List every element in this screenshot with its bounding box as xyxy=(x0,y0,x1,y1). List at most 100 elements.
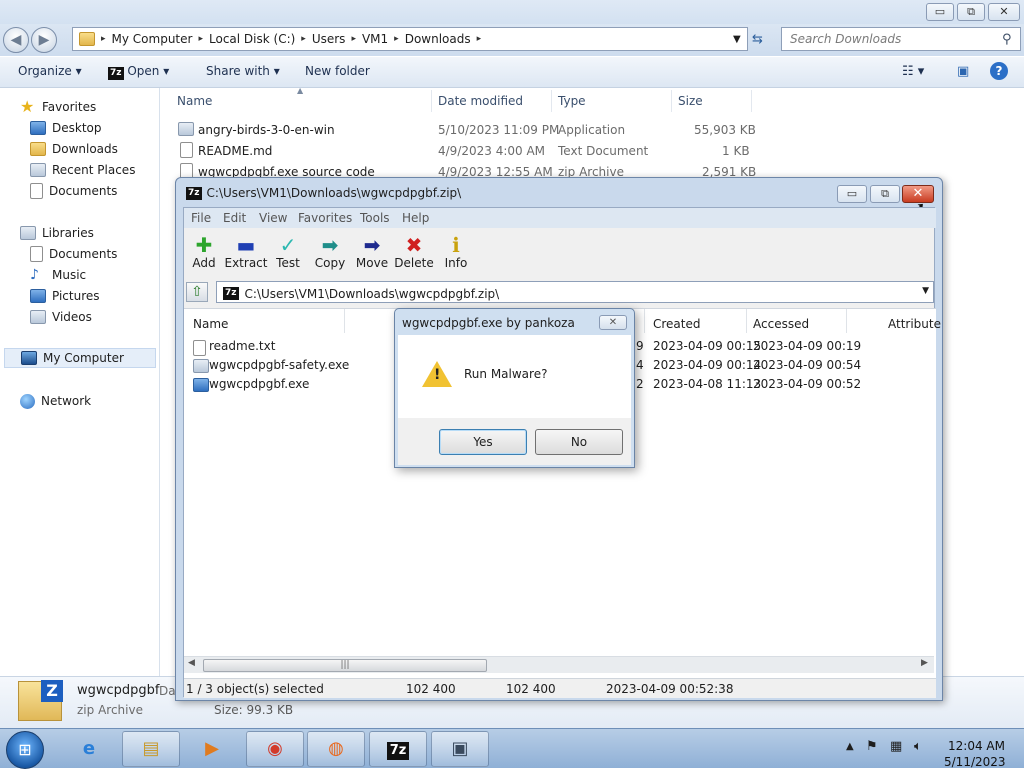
menu-bar: File Edit View Favorites Tools Help xyxy=(184,208,936,228)
address-bar[interactable]: ▸ My Computer ▸ Local Disk (C:) ▸ Users … xyxy=(72,27,748,51)
column-name[interactable]: Name xyxy=(177,94,212,108)
close-button[interactable]: ✕ xyxy=(988,3,1020,21)
minimize-button[interactable]: ▭ xyxy=(926,3,954,21)
status-modified: 2023-04-09 00:52:38 xyxy=(606,682,734,696)
back-button[interactable]: ◀ xyxy=(3,27,29,53)
zip-archive-large-icon: Z xyxy=(18,680,63,721)
breadcrumb-vm1[interactable]: VM1 xyxy=(362,32,388,46)
nav-favorites[interactable]: ★ Favorites xyxy=(20,97,96,117)
test-button[interactable]: ✓ Test xyxy=(266,234,310,270)
file-explorer-icon[interactable]: ▤ xyxy=(122,731,180,767)
breadcrumb-downloads[interactable]: Downloads xyxy=(405,32,471,46)
clock-time[interactable]: 12:04 AM xyxy=(948,739,1005,753)
downloads-folder-icon xyxy=(30,142,46,156)
volume-icon[interactable]: 🔈︎ xyxy=(914,739,922,754)
new-folder-button[interactable]: New folder xyxy=(305,64,370,78)
explorer-titlebar: ▭ ⧉ ✕ xyxy=(0,0,1024,24)
path-input[interactable]: 7z C:\Users\VM1\Downloads\wgwcpdpgbf.zip… xyxy=(216,281,934,303)
clock-date[interactable]: 5/11/2023 xyxy=(944,755,1006,769)
extract-button[interactable]: ▬ Extract xyxy=(224,234,268,270)
nav-downloads[interactable]: Downloads xyxy=(30,139,118,159)
column-type[interactable]: Type xyxy=(558,94,586,108)
nav-libraries[interactable]: Libraries xyxy=(20,223,94,243)
chrome-icon[interactable]: ◉ xyxy=(246,731,304,767)
menu-help[interactable]: Help xyxy=(402,211,429,225)
menu-file[interactable]: File xyxy=(191,211,211,225)
7zip-icon: 7z xyxy=(108,67,124,80)
breadcrumb-my-computer[interactable]: My Computer xyxy=(112,32,193,46)
start-button[interactable]: ⊞ xyxy=(6,731,44,769)
delete-button[interactable]: ✖ Delete xyxy=(392,234,436,270)
nav-lib-documents[interactable]: Documents xyxy=(30,244,117,264)
nav-recent-places[interactable]: Recent Places xyxy=(30,160,135,180)
help-icon[interactable]: ? xyxy=(990,62,1008,80)
info-button[interactable]: ℹ Info xyxy=(434,234,478,270)
menu-edit[interactable]: Edit xyxy=(223,211,246,225)
forward-button[interactable]: ▶ xyxy=(31,27,57,53)
info-icon: ℹ xyxy=(452,233,460,257)
network-icon[interactable]: ▦ xyxy=(890,739,902,754)
details-file-type: zip Archive xyxy=(77,703,143,717)
column-attributes[interactable]: Attribute xyxy=(888,317,941,331)
7zip-taskbar-icon[interactable]: 7z xyxy=(369,731,427,767)
search-input[interactable]: Search Downloads xyxy=(781,27,1021,51)
taskbar: ⊞ e ▤ ▶ ◉ ◍ 7z ▣ ▲ ⚑ ▦ 🔈︎ 12:04 AM 5/11/… xyxy=(0,728,1024,769)
nav-videos[interactable]: Videos xyxy=(30,307,92,327)
menu-favorites[interactable]: Favorites xyxy=(298,211,352,225)
column-accessed[interactable]: Accessed xyxy=(753,317,809,331)
open-button[interactable]: 7z Open ▾ xyxy=(108,64,169,80)
scrollbar-thumb[interactable]: ||| xyxy=(203,659,487,672)
minimize-button[interactable]: ▭ xyxy=(837,185,867,203)
media-player-icon[interactable]: ▶ xyxy=(183,731,241,767)
maximize-button[interactable]: ⧉ xyxy=(870,185,900,203)
column-date-modified[interactable]: Date modified xyxy=(438,94,523,108)
preview-pane-icon[interactable]: ▣ xyxy=(957,64,969,79)
column-created[interactable]: Created xyxy=(653,317,701,331)
sort-arrow-icon: ▲ xyxy=(297,86,304,95)
nav-network[interactable]: Network xyxy=(20,391,91,411)
status-size: 102 400 xyxy=(406,682,456,696)
scroll-left-icon[interactable]: ◀ xyxy=(188,658,195,668)
menu-tools[interactable]: Tools xyxy=(360,211,390,225)
computer-icon xyxy=(21,351,37,365)
flag-icon[interactable]: ⚑ xyxy=(866,739,878,754)
chevron-down-icon[interactable]: ▼ xyxy=(733,34,741,45)
view-options-icon[interactable]: ☷ ▾ xyxy=(902,64,924,79)
nav-pictures[interactable]: Pictures xyxy=(30,286,100,306)
organize-button[interactable]: Organize ▾ xyxy=(18,64,82,78)
refresh-icon[interactable]: ⇆ xyxy=(752,32,763,47)
dialog-body: ! Run Malware? xyxy=(398,335,631,418)
breadcrumb-users[interactable]: Users xyxy=(312,32,346,46)
menu-view[interactable]: View xyxy=(259,211,287,225)
nav-my-computer[interactable]: My Computer xyxy=(4,348,156,368)
show-hidden-icons-icon[interactable]: ▲ xyxy=(846,741,854,752)
scroll-right-icon[interactable]: ▶ xyxy=(921,658,928,668)
firefox-icon[interactable]: ◍ xyxy=(307,731,365,767)
recent-places-icon xyxy=(30,163,46,177)
column-name[interactable]: Name xyxy=(193,317,228,331)
internet-explorer-icon[interactable]: e xyxy=(60,731,118,767)
file-row[interactable]: angry-birds-3-0-en-win 5/10/2023 11:09 P… xyxy=(176,120,756,140)
move-button[interactable]: ➡ Move xyxy=(350,234,394,270)
window-title: C:\Users\VM1\Downloads\wgwcpdpgbf.zip\ xyxy=(206,186,462,200)
chevron-down-icon[interactable]: ▼ xyxy=(922,286,929,296)
search-icon[interactable]: ⚲ xyxy=(1002,32,1012,47)
nav-music[interactable]: ♪ Music xyxy=(30,265,86,285)
up-folder-button[interactable]: ⇧ xyxy=(186,282,208,302)
horizontal-scrollbar[interactable]: ◀ ||| ▶ xyxy=(184,656,934,673)
share-with-button[interactable]: Share with ▾ xyxy=(206,64,280,78)
close-button[interactable]: ✕ xyxy=(599,315,627,330)
7zip-icon: 7z xyxy=(186,186,202,200)
7zip-titlebar: 7z C:\Users\VM1\Downloads\wgwcpdpgbf.zip… xyxy=(186,186,461,200)
nav-documents[interactable]: Documents xyxy=(30,181,117,201)
no-button[interactable]: No xyxy=(535,429,623,455)
nav-desktop[interactable]: Desktop xyxy=(30,118,102,138)
maximize-button[interactable]: ⧉ xyxy=(957,3,985,21)
copy-button[interactable]: ➡ Copy xyxy=(308,234,352,270)
breadcrumb-local-disk[interactable]: Local Disk (C:) xyxy=(209,32,295,46)
column-size[interactable]: Size xyxy=(678,94,703,108)
add-button[interactable]: ✚ Add xyxy=(182,234,226,270)
yes-button[interactable]: Yes xyxy=(439,429,527,455)
file-row[interactable]: README.md 4/9/2023 4:00 AM Text Document… xyxy=(176,141,756,161)
malware-app-icon[interactable]: ▣ xyxy=(431,731,489,767)
